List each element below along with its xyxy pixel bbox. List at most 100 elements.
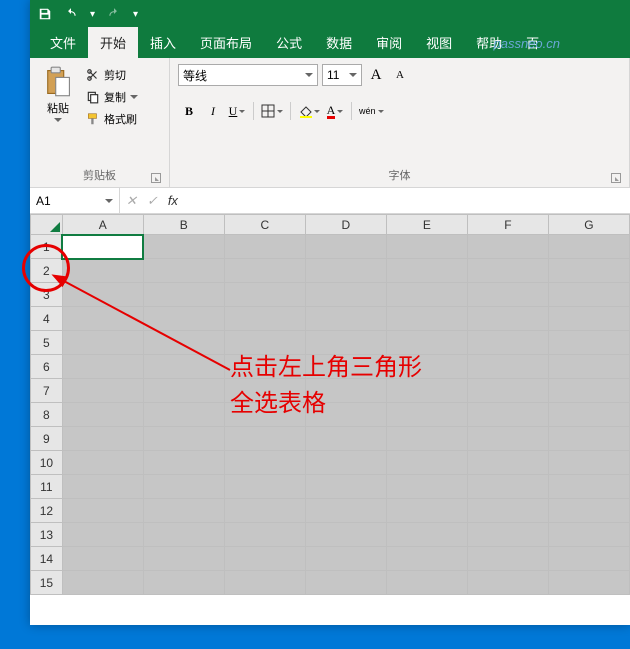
cell[interactable] [62,355,143,379]
cell[interactable] [143,331,224,355]
cell[interactable] [467,259,548,283]
cell[interactable] [548,475,629,499]
row-header[interactable]: 15 [31,571,63,595]
row-header[interactable]: 10 [31,451,63,475]
cell[interactable] [224,547,305,571]
column-header[interactable]: C [224,215,305,235]
cell[interactable] [305,571,386,595]
cell[interactable] [386,283,467,307]
cell[interactable] [224,403,305,427]
cell[interactable] [224,475,305,499]
cell[interactable] [548,547,629,571]
row-header[interactable]: 4 [31,307,63,331]
cell[interactable] [143,403,224,427]
tab-home[interactable]: 开始 [88,27,138,58]
row-header[interactable]: 3 [31,283,63,307]
cell[interactable] [548,355,629,379]
tab-page-layout[interactable]: 页面布局 [188,27,264,58]
row-header[interactable]: 11 [31,475,63,499]
cell[interactable] [62,379,143,403]
paste-button[interactable]: 粘贴 [38,64,78,165]
cell[interactable] [548,283,629,307]
cell[interactable] [143,571,224,595]
cell[interactable] [62,307,143,331]
cell[interactable] [386,235,467,259]
cell[interactable] [548,235,629,259]
cell[interactable] [62,331,143,355]
row-header[interactable]: 9 [31,427,63,451]
cell[interactable] [467,235,548,259]
tab-insert[interactable]: 插入 [138,27,188,58]
cell[interactable] [143,475,224,499]
qat-customize[interactable]: ▾ [133,9,138,20]
cell[interactable] [548,571,629,595]
tab-view[interactable]: 视图 [414,27,464,58]
font-color-button[interactable]: A [324,100,346,122]
phonetic-button[interactable]: wén [357,100,386,122]
cell[interactable] [305,355,386,379]
cell[interactable] [467,283,548,307]
font-name-select[interactable]: 等线 [178,64,318,86]
cell[interactable] [467,547,548,571]
cell[interactable] [386,523,467,547]
cell[interactable] [386,403,467,427]
cell[interactable] [467,427,548,451]
cell[interactable] [467,403,548,427]
cell[interactable] [386,475,467,499]
redo-icon[interactable] [107,7,121,21]
cell[interactable] [467,331,548,355]
grow-font-button[interactable]: A [366,64,386,86]
cell[interactable] [305,475,386,499]
cell[interactable] [62,235,143,259]
cell[interactable] [143,499,224,523]
undo-icon[interactable] [64,7,78,21]
cell[interactable] [386,259,467,283]
tab-data[interactable]: 数据 [314,27,364,58]
tab-review[interactable]: 审阅 [364,27,414,58]
cell[interactable] [548,259,629,283]
cell[interactable] [548,523,629,547]
cell[interactable] [224,259,305,283]
border-button[interactable] [259,100,285,122]
cancel-formula-button[interactable]: ✕ [126,193,137,209]
column-header[interactable]: D [305,215,386,235]
column-header[interactable]: A [62,215,143,235]
cell[interactable] [62,499,143,523]
cell[interactable] [386,451,467,475]
cell[interactable] [548,451,629,475]
shrink-font-button[interactable]: A [390,64,410,86]
row-header[interactable]: 2 [31,259,63,283]
cell[interactable] [224,427,305,451]
cell[interactable] [548,307,629,331]
column-header[interactable]: F [467,215,548,235]
cell[interactable] [143,523,224,547]
enter-formula-button[interactable]: ✓ [147,193,158,209]
cell[interactable] [386,547,467,571]
cell[interactable] [305,427,386,451]
cell[interactable] [143,307,224,331]
cell[interactable] [467,523,548,547]
cell[interactable] [224,235,305,259]
font-size-select[interactable]: 11 [322,64,362,86]
cell[interactable] [386,571,467,595]
row-header[interactable]: 13 [31,523,63,547]
cell[interactable] [305,499,386,523]
row-header[interactable]: 8 [31,403,63,427]
cell[interactable] [62,475,143,499]
cell[interactable] [305,403,386,427]
cell[interactable] [305,259,386,283]
cell[interactable] [143,355,224,379]
cell[interactable] [467,475,548,499]
row-header[interactable]: 1 [31,235,63,259]
copy-button[interactable]: 复制 [84,88,140,106]
fill-color-button[interactable] [296,100,322,122]
tab-file[interactable]: 文件 [38,27,88,58]
cell[interactable] [305,379,386,403]
cell[interactable] [62,403,143,427]
formula-input[interactable] [184,188,630,213]
cell[interactable] [62,259,143,283]
cell[interactable] [305,283,386,307]
cell[interactable] [224,571,305,595]
cell[interactable] [224,499,305,523]
cell[interactable] [143,427,224,451]
